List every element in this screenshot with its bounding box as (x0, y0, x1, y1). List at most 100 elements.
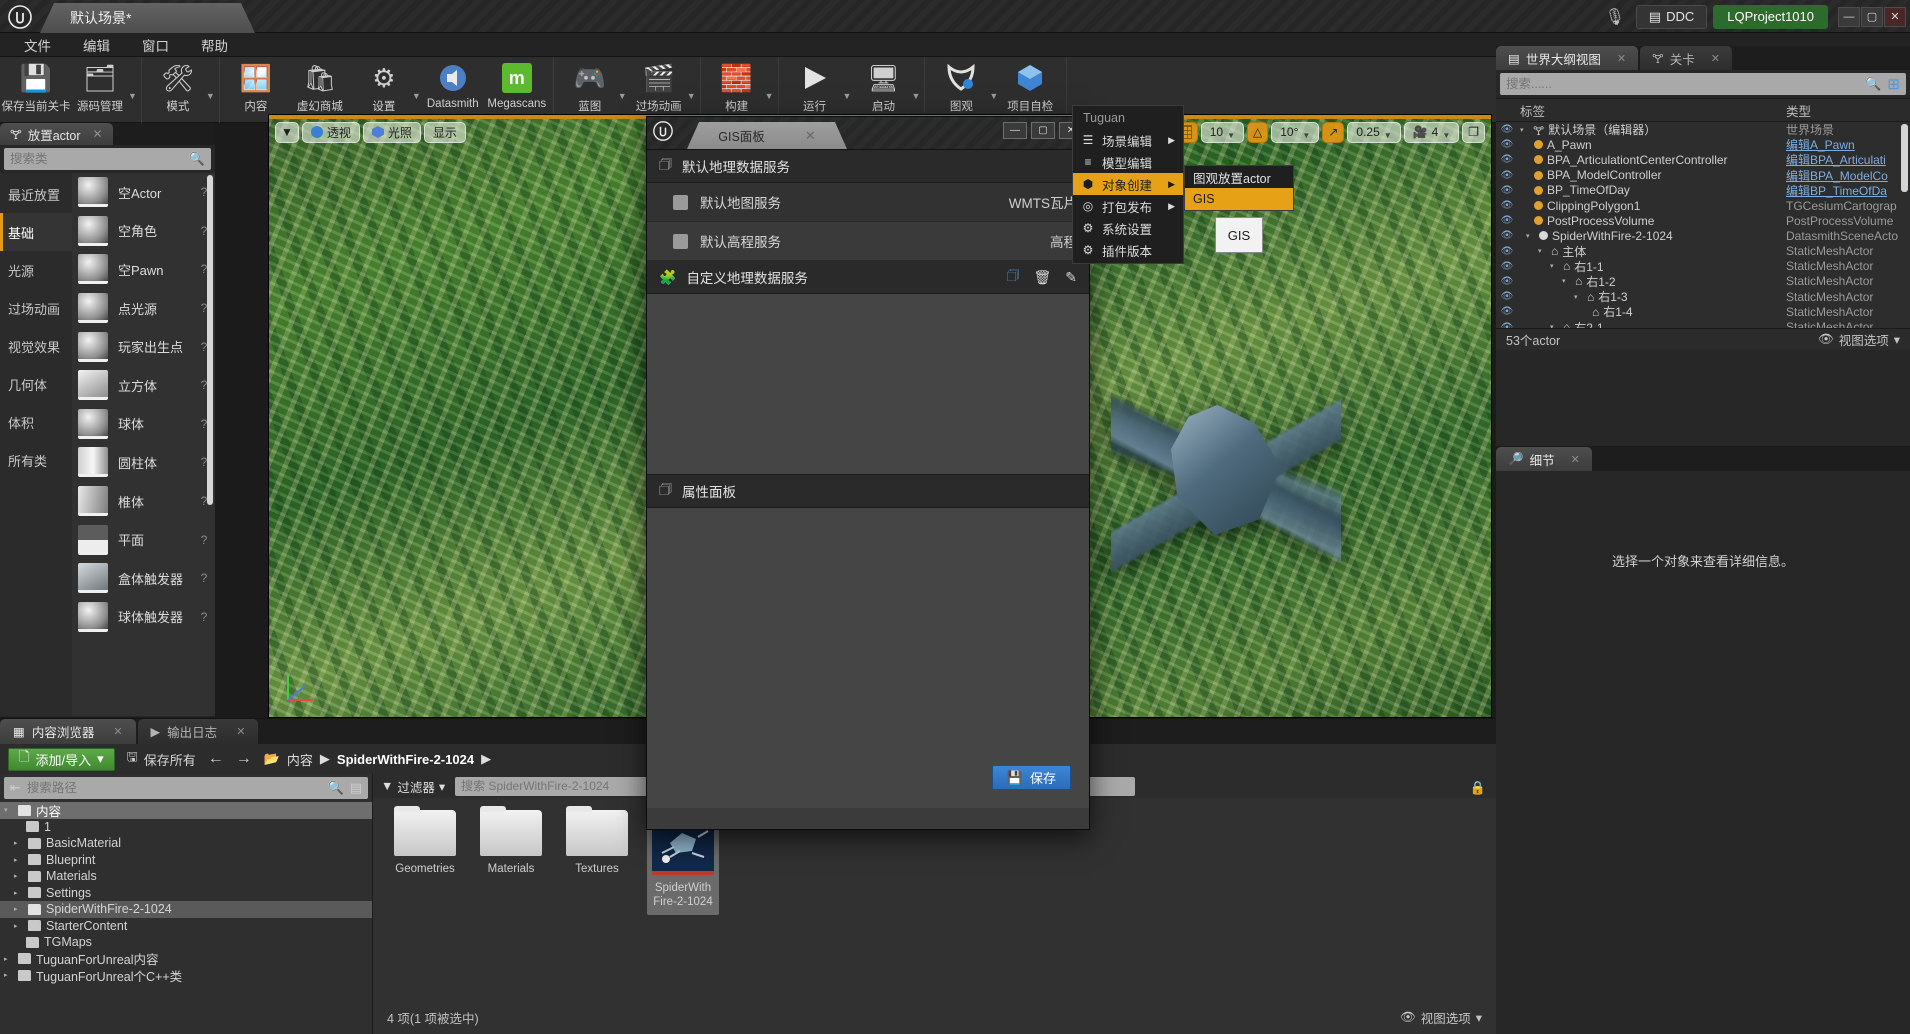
tab-levels[interactable]: 🝖 关卡 ✕ (1640, 46, 1732, 70)
list-item[interactable]: 圆柱体? (72, 443, 215, 482)
list-item[interactable]: 盒体触发器? (72, 559, 215, 598)
list-item[interactable]: 空Pawn? (72, 250, 215, 289)
close-icon[interactable]: ✕ (1617, 52, 1626, 65)
show-flags-button[interactable]: 显示 (424, 122, 466, 143)
tree-item-startercontent[interactable]: ▸StarterContent (0, 918, 372, 935)
tree-item-settings[interactable]: ▸Settings (0, 885, 372, 902)
menu-item-object-create[interactable]: ⬢ 对象创建 ▶ (1073, 173, 1183, 195)
source-control-button[interactable]: 🗂 源码管理 (68, 57, 132, 121)
list-item[interactable]: 球体触发器? (72, 598, 215, 637)
tree-item-content[interactable]: ▾内容 (0, 802, 372, 819)
chevron-down-icon[interactable]: ▼ (1384, 131, 1392, 140)
tab-details[interactable]: 🔎 细节 ✕ (1496, 447, 1592, 471)
list-item[interactable]: 椎体? (72, 482, 215, 521)
scale-value[interactable]: 0.25▼ (1347, 122, 1400, 143)
close-icon[interactable]: ✕ (1571, 453, 1580, 466)
category-volumes[interactable]: 体积 (0, 403, 72, 441)
visibility-icon[interactable]: 👁 (1496, 139, 1518, 150)
expand-icon[interactable]: ▾ (1538, 247, 1547, 255)
tree-item-basicmaterial[interactable]: ▸BasicMaterial (0, 835, 372, 852)
list-item[interactable]: 点光源? (72, 289, 215, 328)
add-actor-icon[interactable]: ⊞ (1887, 75, 1900, 93)
tree-item-1[interactable]: 1 (0, 819, 372, 836)
visibility-icon[interactable]: 👁 (1496, 276, 1518, 287)
list-item[interactable]: 平面? (72, 520, 215, 559)
visibility-icon[interactable]: 👁 (1496, 322, 1518, 328)
chevron-down-icon[interactable]: ▼ (1302, 131, 1310, 140)
datasmith-button[interactable]: Datasmith (421, 57, 485, 121)
list-item[interactable]: 玩家出生点? (72, 327, 215, 366)
expand-icon[interactable]: ▾ (1526, 232, 1535, 240)
help-icon[interactable]: ? (193, 571, 215, 585)
submenu-item-place-actor[interactable]: 图观放置actor (1185, 166, 1293, 188)
tab-world-outliner[interactable]: ▤ 世界大纲视图 ✕ (1496, 46, 1638, 70)
edit-icon[interactable]: ✎ (1065, 269, 1077, 286)
menu-item-scene-edit[interactable]: ☰ 场景编辑 ▶ (1073, 129, 1183, 151)
expand-icon[interactable]: ▸ (4, 971, 13, 979)
angle-snap-toggle[interactable]: △ (1247, 122, 1268, 143)
forward-icon[interactable]: → (236, 750, 252, 768)
back-icon[interactable]: ← (208, 750, 224, 768)
tab-gis-panel[interactable]: GIS面板 ✕ (687, 122, 847, 149)
play-button[interactable]: 运行 (783, 57, 847, 121)
close-icon[interactable]: ✕ (236, 725, 245, 738)
custom-geodata-service-header[interactable]: 🧩 自定义地理数据服务 🗇 🗑 ✎ (647, 261, 1089, 294)
table-row[interactable]: 👁▾SpiderWithFire-2-1024DatasmithSceneAct… (1496, 228, 1910, 243)
expand-icon[interactable]: ▸ (14, 889, 23, 897)
table-row[interactable]: 👁▾⌂主体StaticMeshActor (1496, 244, 1910, 259)
add-layer-icon[interactable]: 🗇 (1007, 265, 1020, 289)
project-badge[interactable]: LQProject1010 (1713, 5, 1828, 29)
property-panel-body[interactable]: 💾 保存 (647, 508, 1089, 808)
outliner-search[interactable]: 🔍 ⊞ (1500, 73, 1906, 95)
category-cinematic[interactable]: 过场动画 (0, 289, 72, 327)
tree-item-materials[interactable]: ▸Materials (0, 868, 372, 885)
custom-geodata-list[interactable] (647, 294, 1089, 475)
save-current-level-button[interactable]: 💾 保存当前关卡 (4, 57, 68, 121)
chevron-down-icon[interactable]: ▼ (1442, 131, 1450, 140)
category-recent[interactable]: 最近放置 (0, 175, 72, 213)
spider-mesh-actor[interactable] (1111, 345, 1341, 615)
list-item[interactable]: 空角色? (72, 212, 215, 251)
maximize-viewport-button[interactable]: ❐ (1462, 122, 1485, 143)
category-basic[interactable]: 基础 (0, 213, 72, 251)
tree-item-blueprint[interactable]: ▸Blueprint (0, 852, 372, 869)
tab-output-log[interactable]: ▶ 输出日志 ✕ (138, 719, 259, 744)
content-view-options[interactable]: 👁 视图选项 ▾ (1400, 1008, 1482, 1027)
lock-icon[interactable]: 🔒 (1470, 780, 1486, 796)
table-row[interactable]: 👁▾⌂右1-2StaticMeshActor (1496, 274, 1910, 289)
lit-mode-button[interactable]: 光照 (363, 122, 421, 143)
asset-geometries[interactable]: Geometries (389, 810, 461, 915)
close-icon[interactable]: ✕ (805, 128, 816, 144)
category-all-classes[interactable]: 所有类 (0, 441, 72, 479)
visibility-icon[interactable]: 👁 (1496, 291, 1518, 302)
tree-item-tgmaps[interactable]: TGMaps (0, 934, 372, 951)
expand-icon[interactable]: ▸ (14, 839, 23, 847)
path-search-input[interactable] (27, 781, 322, 795)
table-row[interactable]: 👁A_Pawn编辑A_Pawn (1496, 137, 1910, 152)
menu-item-package-publish[interactable]: ◎ 打包发布 ▶ (1073, 195, 1183, 217)
list-item[interactable]: 球体? (72, 405, 215, 444)
table-row[interactable]: 👁BP_TimeOfDay编辑BP_TimeOfDa (1496, 183, 1910, 198)
search-input[interactable] (1506, 77, 1859, 91)
visibility-icon[interactable]: 👁 (1496, 124, 1518, 135)
submenu-item-gis[interactable]: GIS (1185, 188, 1293, 210)
expand-icon[interactable]: ▸ (4, 955, 13, 963)
modes-button[interactable]: 🛠 模式 (146, 57, 210, 121)
table-row[interactable]: 👁ClippingPolygon1TGCesiumCartograp (1496, 198, 1910, 213)
list-item[interactable]: 立方体? (72, 366, 215, 405)
expand-icon[interactable]: ▸ (14, 905, 23, 913)
build-button[interactable]: 🧱 构建 (705, 57, 769, 121)
expand-icon[interactable]: ▾ (1550, 262, 1559, 270)
default-geodata-service-header[interactable]: 🗇 默认地理数据服务 (647, 150, 1089, 183)
tree-item-tuguan-content[interactable]: ▸TuguanForUnreal内容 (0, 951, 372, 968)
tree-item-tuguan-cpp[interactable]: ▸TuguanForUnreal个C++类 (0, 967, 372, 984)
table-row[interactable]: 👁⌂右1-4StaticMeshActor (1496, 304, 1910, 319)
help-icon[interactable]: ? (193, 533, 215, 547)
camera-speed[interactable]: 🎥4▼ (1404, 122, 1460, 143)
grid-size-value[interactable]: 10▼ (1201, 122, 1244, 143)
visibility-icon[interactable]: 👁 (1496, 261, 1518, 272)
chevron-down-icon[interactable]: ▼ (1227, 131, 1235, 140)
outliner-tree[interactable]: 👁▾🝖默认场景（编辑器）世界场景 👁A_Pawn编辑A_Pawn 👁BPA_Ar… (1496, 122, 1910, 328)
chevron-right-icon[interactable]: ▶ (481, 751, 491, 767)
asset-materials[interactable]: Materials (475, 810, 547, 915)
